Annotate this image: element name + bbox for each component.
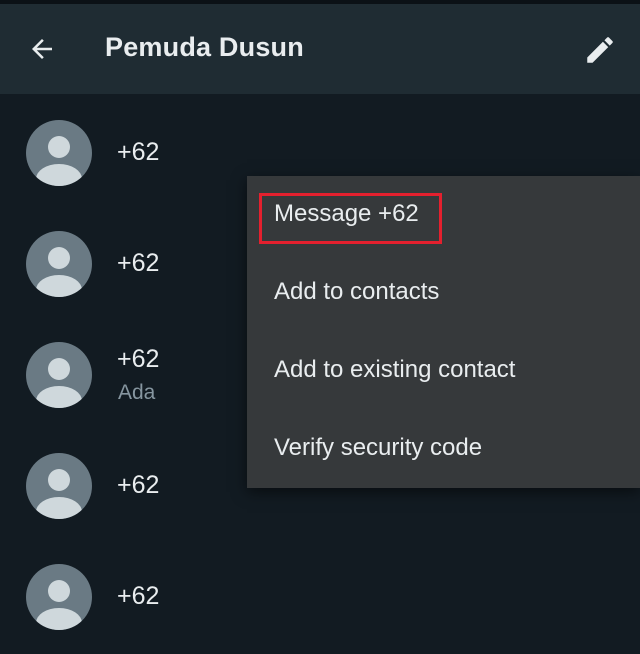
- avatar: [26, 564, 92, 630]
- default-avatar-icon: [36, 580, 82, 630]
- participant-row[interactable]: +62: [0, 538, 640, 649]
- default-avatar-icon: [36, 469, 82, 519]
- menu-item-label: Add to contacts: [274, 278, 440, 305]
- arrow-left-icon: [32, 39, 52, 59]
- menu-item-verify-security-code[interactable]: Verify security code: [247, 410, 640, 488]
- avatar: [26, 342, 92, 408]
- menu-item-add-to-contacts[interactable]: Add to contacts: [247, 254, 640, 332]
- default-avatar-icon: [36, 247, 82, 297]
- group-title: Pemuda Dusun: [105, 32, 304, 62]
- avatar: [26, 120, 92, 186]
- menu-item-label: Add to existing contact: [274, 356, 516, 383]
- default-avatar-icon: [36, 136, 82, 186]
- participant-status: Ada: [118, 381, 156, 404]
- avatar: [26, 453, 92, 519]
- participant-name: +62: [117, 582, 160, 610]
- default-avatar-icon: [36, 358, 82, 408]
- menu-item-message[interactable]: Message +62: [247, 176, 640, 254]
- participant-name: +62: [117, 249, 160, 277]
- context-menu: Message +62 Add to contacts Add to exist…: [247, 176, 640, 488]
- pencil-icon: [587, 37, 613, 63]
- app-bar: Pemuda Dusun: [0, 4, 640, 94]
- edit-button[interactable]: [576, 26, 624, 74]
- participant-name: +62: [117, 345, 160, 373]
- menu-item-label: Verify security code: [274, 434, 483, 461]
- menu-item-label: Message +62: [274, 200, 419, 227]
- menu-item-add-to-existing-contact[interactable]: Add to existing contact: [247, 332, 640, 410]
- avatar: [26, 231, 92, 297]
- back-button[interactable]: [20, 27, 64, 71]
- participant-name: +62: [117, 138, 160, 166]
- participant-name: +62: [117, 471, 160, 499]
